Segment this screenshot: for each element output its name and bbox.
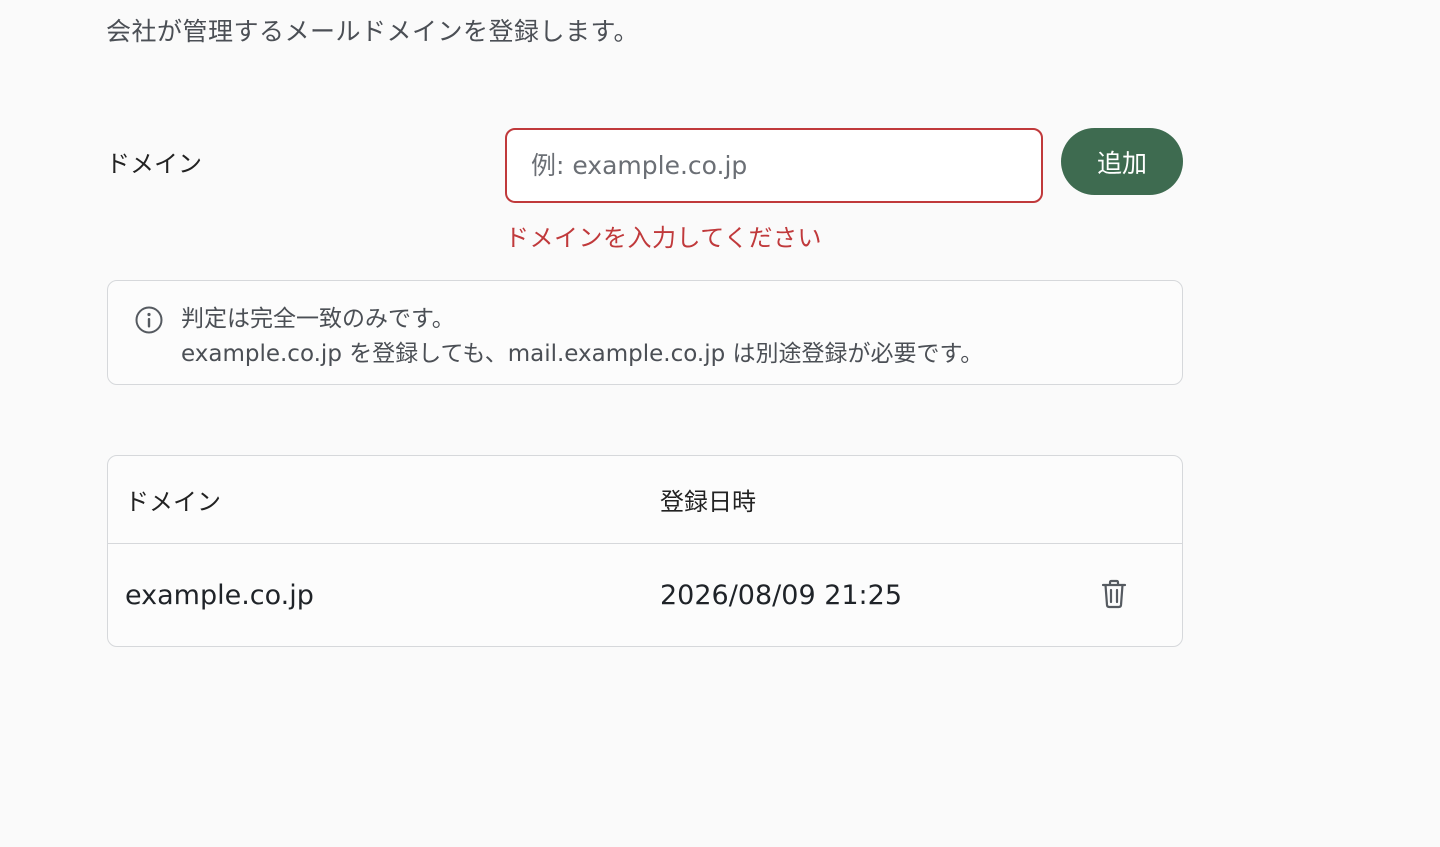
domain-error-message: ドメインを入力してください (505, 224, 823, 252)
info-icon (134, 305, 164, 335)
table-row: example.co.jp 2026/08/09 21:25 (108, 544, 1182, 646)
info-text-line-1: 判定は完全一致のみです。 (181, 306, 455, 332)
domain-field-label: ドメイン (106, 150, 202, 178)
row-registered-at: 2026/08/09 21:25 (660, 580, 903, 611)
column-header-registered-at: 登録日時 (660, 488, 756, 516)
info-text-line-2: example.co.jp を登録しても、mail.example.co.jp … (181, 341, 984, 367)
trash-icon (1096, 579, 1132, 615)
domain-settings-page: 会社が管理するメールドメインを登録します。 ドメイン 追加 ドメインを入力してく… (0, 0, 1440, 847)
row-domain: example.co.jp (125, 580, 314, 611)
page-description: 会社が管理するメールドメインを登録します。 (106, 17, 640, 46)
table-header: ドメイン 登録日時 (108, 456, 1182, 544)
delete-button[interactable] (1096, 576, 1132, 612)
info-box: 判定は完全一致のみです。 example.co.jp を登録しても、mail.e… (107, 280, 1183, 385)
add-button[interactable]: 追加 (1061, 128, 1183, 195)
column-header-domain: ドメイン (125, 488, 221, 516)
domain-input[interactable] (505, 128, 1043, 203)
domain-table: ドメイン 登録日時 example.co.jp 2026/08/09 21:25 (107, 455, 1183, 647)
